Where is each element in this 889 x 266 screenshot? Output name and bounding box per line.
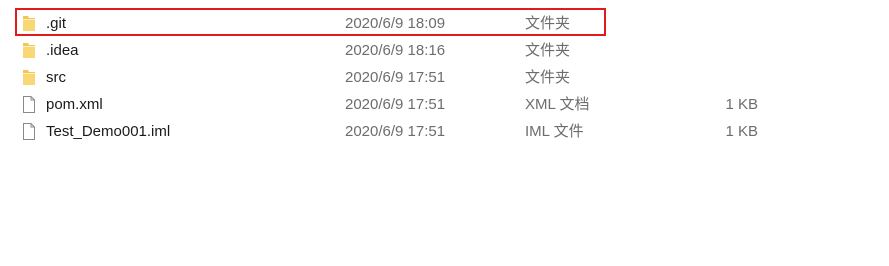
file-name: Test_Demo001.iml — [46, 123, 171, 140]
file-type: 文件夹 — [525, 42, 571, 59]
file-type: IML 文件 — [525, 123, 584, 140]
file-icon — [22, 96, 36, 113]
file-name: pom.xml — [46, 96, 103, 113]
folder-icon — [22, 42, 36, 59]
file-icon — [22, 123, 36, 140]
file-modified-date: 2020/6/9 17:51 — [345, 69, 446, 86]
file-type: 文件夹 — [525, 69, 571, 86]
file-row-test-demo-iml[interactable]: Test_Demo001.iml 2020/6/9 17:51 IML 文件 1… — [0, 118, 889, 145]
file-modified-date: 2020/6/9 18:09 — [345, 15, 446, 32]
folder-icon — [22, 69, 36, 86]
file-row-src[interactable]: src 2020/6/9 17:51 文件夹 — [0, 64, 889, 91]
file-size: 1 KB — [725, 123, 758, 140]
file-name: .idea — [46, 42, 79, 59]
file-row-git[interactable]: .git 2020/6/9 18:09 文件夹 — [0, 10, 889, 37]
file-row-idea[interactable]: .idea 2020/6/9 18:16 文件夹 — [0, 37, 889, 64]
file-name: .git — [46, 15, 67, 32]
file-size: 1 KB — [725, 96, 758, 113]
file-type: 文件夹 — [525, 15, 571, 32]
file-name: src — [46, 69, 66, 86]
file-row-pom-xml[interactable]: pom.xml 2020/6/9 17:51 XML 文档 1 KB — [0, 91, 889, 118]
file-type: XML 文档 — [525, 96, 590, 113]
file-modified-date: 2020/6/9 18:16 — [345, 42, 446, 59]
file-modified-date: 2020/6/9 17:51 — [345, 96, 446, 113]
folder-icon — [22, 15, 36, 32]
file-list: .git 2020/6/9 18:09 文件夹 .idea 2020/6/9 1… — [0, 10, 889, 145]
file-modified-date: 2020/6/9 17:51 — [345, 123, 446, 140]
